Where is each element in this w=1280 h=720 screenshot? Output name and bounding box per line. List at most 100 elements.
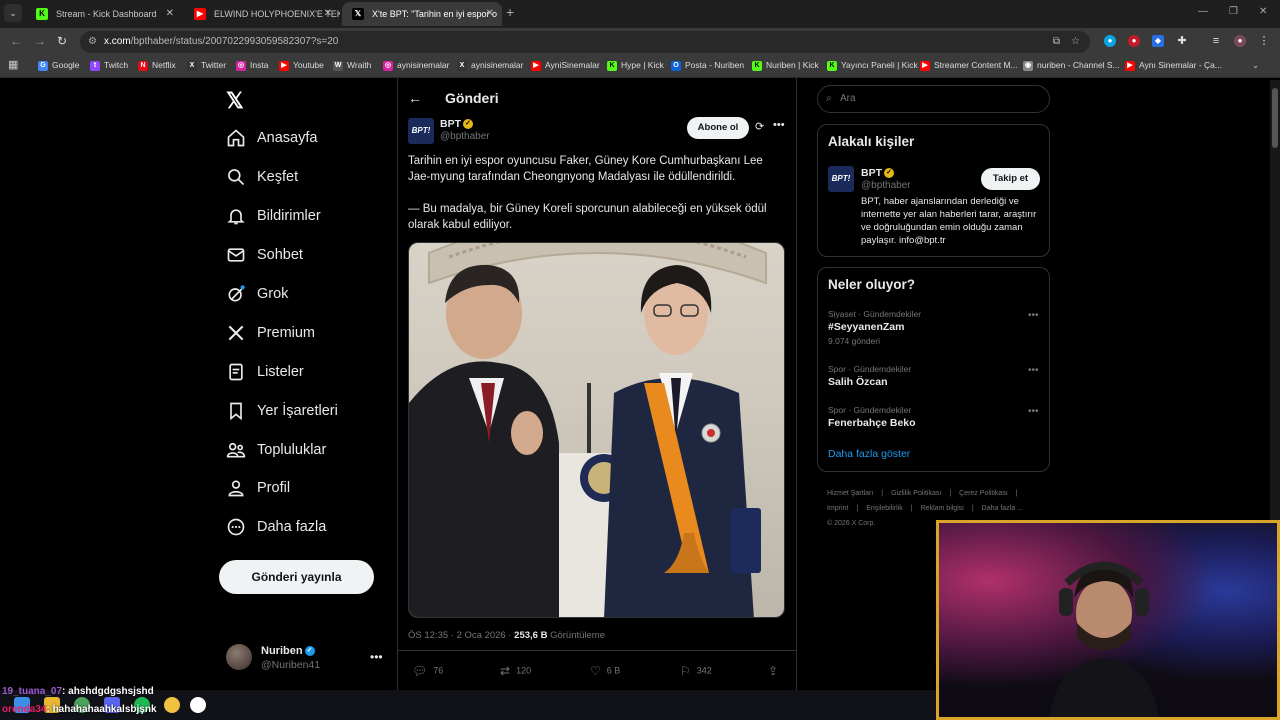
author-handle[interactable]: @bpthaber bbox=[440, 131, 490, 142]
close-icon[interactable]: ✕ bbox=[324, 2, 332, 26]
relevant-people-panel: Alakalı kişiler BPT! BPT ✓ @bpthaber Taki… bbox=[817, 124, 1050, 257]
extension-icon[interactable]: ● bbox=[1128, 35, 1140, 47]
apps-grid-icon[interactable]: ▦ bbox=[8, 58, 18, 71]
repost-button[interactable]: ⇄ 120 bbox=[500, 664, 531, 678]
minimize-icon[interactable]: — bbox=[1198, 6, 1208, 17]
bookmark-item[interactable]: N Netflix bbox=[138, 60, 176, 71]
like-count: 6 B bbox=[606, 665, 621, 676]
back-icon[interactable]: ← bbox=[10, 34, 22, 48]
playlist-icon[interactable]: ≡ bbox=[1210, 35, 1222, 47]
profile-icon[interactable]: ● bbox=[1234, 35, 1246, 47]
post-time[interactable]: ÖS 12:35 · 2 Oca 2026 · bbox=[408, 630, 514, 641]
reply-button[interactable]: 💬︎ 76 bbox=[412, 664, 443, 678]
x-logo[interactable]: 𝕏 bbox=[226, 88, 244, 114]
bookmark-item[interactable]: K Yayıncı Paneli | Kick bbox=[827, 60, 918, 71]
more-icon[interactable]: ••• bbox=[1028, 310, 1039, 321]
bookmark-button[interactable]: ⚐ 342 bbox=[680, 664, 712, 678]
browser-tab-active[interactable]: 𝕏 X'te BPT: "Tarihin en iyi espor o ✕ bbox=[342, 2, 502, 26]
copyright: © 2026 X Corp. bbox=[827, 520, 876, 527]
install-app-icon[interactable]: ⧉ bbox=[1053, 31, 1060, 53]
trend-item[interactable]: Siyaset · Gündemdekiler #SeyyanenZam 9.0… bbox=[828, 309, 1038, 346]
bookmark-item[interactable]: ◎ aynisinemalar bbox=[383, 60, 449, 71]
scrollbar-thumb[interactable] bbox=[1272, 88, 1278, 148]
show-more-link[interactable]: Daha fazla göster bbox=[828, 448, 910, 460]
tab-search-button[interactable]: ⌄ bbox=[4, 4, 22, 22]
bookmarks-bar: ▦ G Google t Twitch N Netflix X Twitter ◎ Ins… bbox=[0, 56, 1280, 78]
browser-tab[interactable]: K Stream - Kick Dashboard ✕ bbox=[26, 2, 182, 26]
bookmark-item[interactable]: ▶ Aynı Sinemalar - Ça... bbox=[1125, 60, 1222, 71]
reload-icon[interactable]: ↻ bbox=[57, 34, 67, 48]
footer-link[interactable]: Daha fazla ... bbox=[982, 505, 1023, 512]
bookmark-item[interactable]: X Twitter bbox=[187, 60, 226, 71]
close-icon[interactable]: ✕ bbox=[166, 2, 174, 26]
bookmark-item[interactable]: ▶ Youtube bbox=[279, 60, 324, 71]
star-icon[interactable]: ☆ bbox=[1071, 31, 1080, 53]
post-button[interactable]: Gönderi yayınla bbox=[219, 560, 374, 594]
footer-link[interactable]: Reklam bilgisi bbox=[921, 505, 964, 512]
nav-label: Sohbet bbox=[257, 247, 303, 263]
trend-count: 9.074 gönderi bbox=[828, 336, 880, 346]
bookmark-item[interactable]: K Hype | Kick bbox=[607, 60, 664, 71]
relevant-handle[interactable]: @bpthaber bbox=[861, 180, 911, 191]
bookmark-item[interactable]: ▶ Streamer Content M... bbox=[920, 60, 1018, 71]
bookmark-item[interactable]: Xaynisinemalar bbox=[457, 60, 523, 71]
kebab-menu-icon[interactable]: ⋮ bbox=[1258, 35, 1270, 47]
site-info-icon[interactable]: ⚙ bbox=[88, 31, 97, 53]
account-name[interactable]: Nuriben ✓ bbox=[261, 645, 315, 657]
bookmark-item[interactable]: ◉ nuriben - Channel S... bbox=[1023, 60, 1120, 71]
more-icon[interactable]: ••• bbox=[370, 650, 383, 664]
bookmark-item[interactable]: t Twitch bbox=[90, 60, 128, 71]
footer-link[interactable]: Gizlilik Politikası bbox=[891, 490, 941, 497]
more-icon[interactable]: ••• bbox=[1028, 406, 1039, 417]
outlook-icon: O bbox=[671, 61, 681, 71]
footer-link[interactable]: Imprint bbox=[827, 505, 848, 512]
extension-icon[interactable]: ● bbox=[1104, 35, 1116, 47]
page-title: Gönderi bbox=[445, 90, 499, 106]
kick-icon: K bbox=[36, 8, 48, 20]
back-arrow-icon[interactable]: ← bbox=[408, 90, 422, 106]
bookmark-label: Youtube bbox=[293, 60, 324, 70]
bookmark-count: 342 bbox=[696, 665, 712, 676]
shield-icon[interactable]: ◆ bbox=[1152, 35, 1164, 47]
bookmark-item[interactable]: W Wraith bbox=[333, 60, 371, 71]
post-image[interactable] bbox=[408, 242, 785, 618]
author-avatar[interactable]: BPT! bbox=[828, 166, 854, 192]
trend-item[interactable]: Spor · Gündemdekiler Fenerbahçe Beko bbox=[828, 405, 1038, 429]
subscribe-button[interactable]: Abone ol bbox=[687, 117, 749, 139]
browser-tab[interactable]: ▶ ELWIND HOLYPHOENIX'E TEK A ✕ bbox=[184, 2, 340, 26]
bookmark-item[interactable]: K Nuriben | Kick bbox=[752, 60, 819, 71]
chevron-down-icon[interactable]: ⌄ bbox=[1252, 60, 1259, 71]
bookmark-item[interactable]: ▶ AyniSinemalar bbox=[531, 60, 600, 71]
url-input[interactable]: ⚙ x.com/bpthaber/status/2007022993059582… bbox=[80, 31, 1090, 53]
app-icon[interactable] bbox=[164, 697, 180, 713]
footer-link[interactable]: Çerez Politikası bbox=[959, 490, 1008, 497]
close-icon[interactable]: ✕ bbox=[486, 2, 494, 26]
follow-button[interactable]: Takip et bbox=[981, 168, 1040, 190]
trend-item[interactable]: Spor · Gündemdekiler Salih Özcan bbox=[828, 364, 1038, 388]
search-input[interactable]: ⌕ Ara bbox=[817, 85, 1050, 113]
footer-link[interactable]: Hizmet Şartları bbox=[827, 490, 873, 497]
new-tab-button[interactable]: + bbox=[506, 4, 514, 20]
author-avatar[interactable]: BPT! bbox=[408, 118, 434, 144]
more-icon[interactable]: ••• bbox=[773, 119, 785, 131]
maximize-icon[interactable]: ❐ bbox=[1229, 6, 1238, 17]
avatar[interactable] bbox=[226, 644, 252, 670]
trend-category: Siyaset · Gündemdekiler bbox=[828, 309, 922, 319]
scrollbar[interactable] bbox=[1270, 80, 1280, 520]
author-name[interactable]: BPT ✓ bbox=[440, 118, 473, 130]
grok-icon[interactable]: ⟳ bbox=[755, 120, 764, 133]
more-icon[interactable]: ••• bbox=[1028, 365, 1039, 376]
close-window-icon[interactable]: ✕ bbox=[1259, 6, 1267, 17]
x-icon: 𝕏 bbox=[352, 8, 364, 20]
like-button[interactable]: ♡ 6 B bbox=[590, 664, 620, 678]
forward-icon[interactable]: → bbox=[34, 34, 46, 48]
puzzle-icon[interactable]: ✚ bbox=[1176, 35, 1188, 47]
bookmark-item[interactable]: G Google bbox=[38, 60, 79, 71]
bookmark-item[interactable]: ◎ Insta bbox=[236, 60, 268, 71]
bookmark-item[interactable]: O Posta - Nuriben bbox=[671, 60, 744, 71]
share-button[interactable]: ⇪ bbox=[768, 664, 784, 678]
tab-title: Stream - Kick Dashboard bbox=[56, 9, 157, 19]
obs-icon[interactable] bbox=[190, 697, 206, 713]
relevant-name[interactable]: BPT ✓ bbox=[861, 167, 894, 179]
footer-link[interactable]: Erişilebilirlik bbox=[866, 505, 903, 512]
